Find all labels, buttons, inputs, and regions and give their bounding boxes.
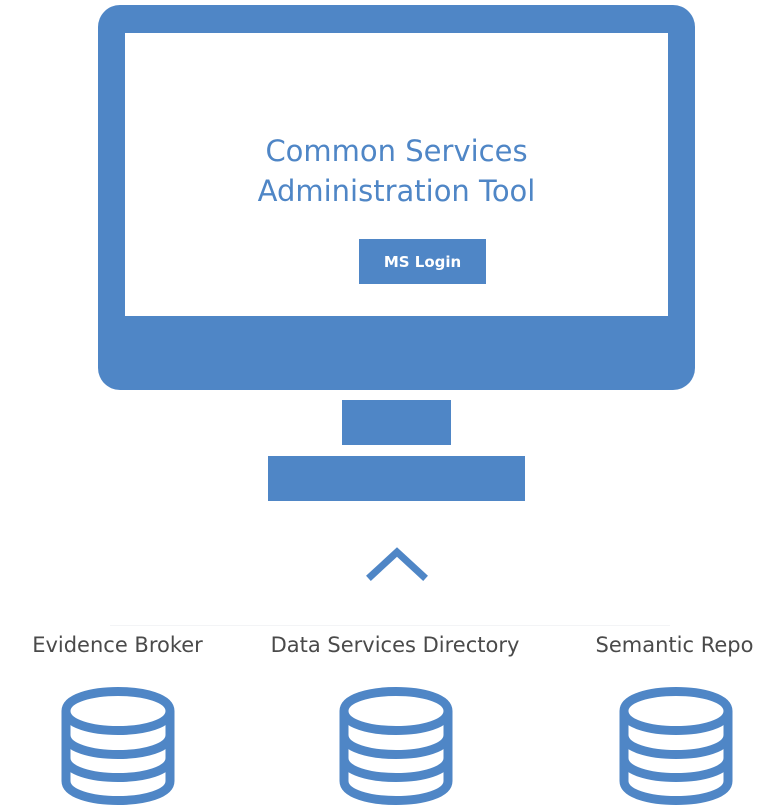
database-icon	[61, 687, 175, 805]
chevron-up-icon	[366, 547, 428, 581]
service-label: Evidence Broker	[32, 633, 203, 657]
service-label: Semantic Repo	[595, 633, 754, 657]
service-semantic-repo: Semantic Repo	[570, 626, 779, 807]
monitor-screen: Common Services Administration Tool MS L…	[125, 33, 668, 316]
monitor-stand-neck	[342, 400, 451, 445]
database-icon	[619, 687, 733, 805]
service-evidence-broker: Evidence Broker	[0, 626, 235, 807]
app-title-line-2: Administration Tool	[257, 174, 536, 208]
database-icon	[339, 687, 453, 805]
monitor-illustration: Common Services Administration Tool MS L…	[98, 5, 695, 390]
service-data-services-directory: Data Services Directory	[240, 626, 550, 807]
monitor-stand-base	[268, 456, 525, 501]
app-title-line-1: Common Services	[265, 134, 528, 168]
app-title: Common Services Administration Tool	[125, 131, 668, 211]
service-label: Data Services Directory	[270, 633, 520, 657]
ms-login-button[interactable]: MS Login	[359, 239, 486, 284]
